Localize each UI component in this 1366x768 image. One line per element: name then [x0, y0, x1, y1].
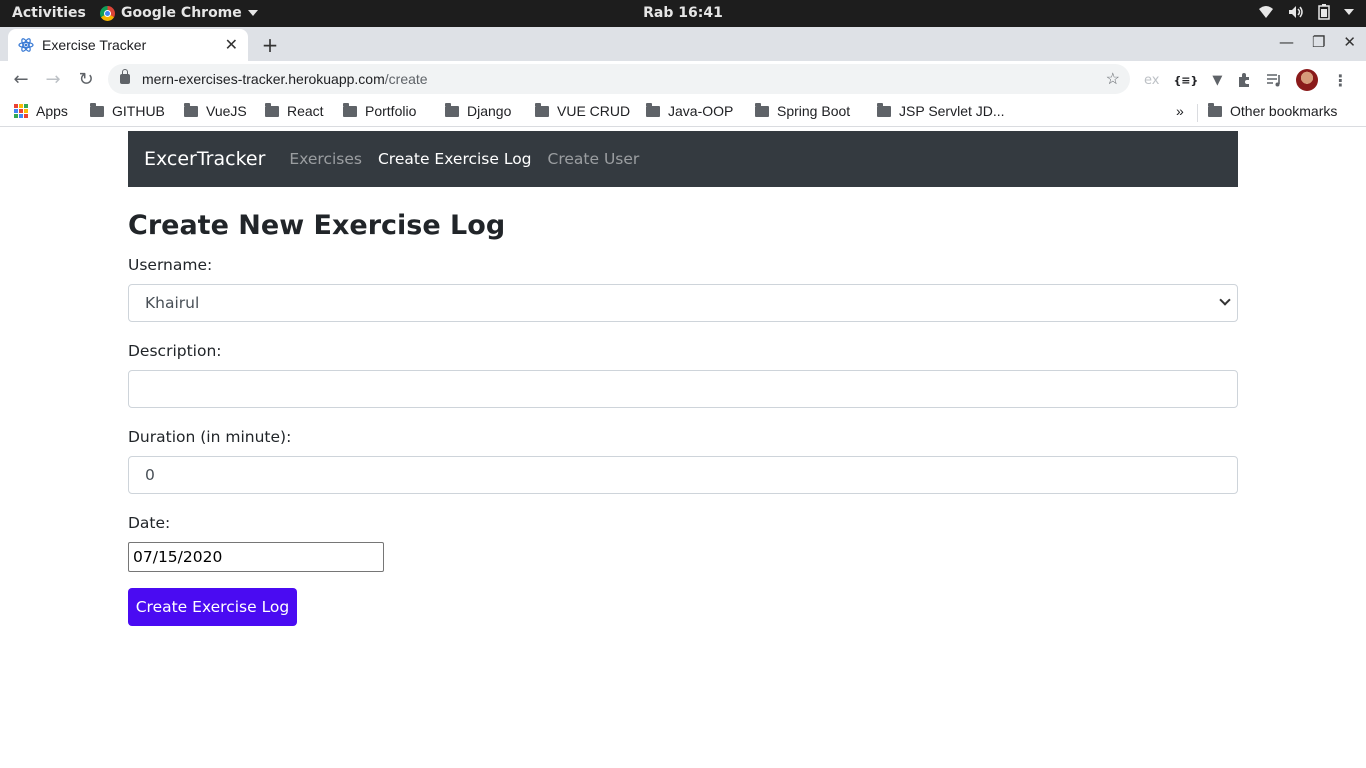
- bookmark-label: Other bookmarks: [1230, 103, 1338, 119]
- bookmark-folder-vuejs[interactable]: VueJS: [184, 102, 247, 119]
- duration-label: Duration (in minute):: [128, 428, 292, 446]
- app-menu[interactable]: Google Chrome: [100, 5, 258, 21]
- chrome-icon: [100, 5, 115, 21]
- date-value: 07/15/2020: [133, 548, 223, 566]
- nav-link-create-user[interactable]: Create User: [548, 150, 640, 168]
- apps-grid-icon: [14, 104, 28, 118]
- system-clock[interactable]: Rab 16:41: [643, 5, 723, 21]
- bookmarks-bar: Apps GITHUB VueJS React Portfolio Django…: [0, 97, 1366, 127]
- extensions-puzzle-icon[interactable]: [1236, 72, 1252, 88]
- forward-icon[interactable]: →: [42, 68, 64, 90]
- bookmark-label: Apps: [36, 103, 68, 119]
- web-page: ExcerTracker Exercises Create Exercise L…: [0, 128, 1366, 768]
- chevron-down-icon: [1219, 294, 1231, 306]
- bookmark-apps[interactable]: Apps: [14, 103, 68, 119]
- browser-toolbar: ← → ↻ mern-exercises-tracker.herokuapp.c…: [0, 61, 1366, 97]
- wifi-icon: [1259, 6, 1273, 18]
- bookmark-folder-spring-boot[interactable]: Spring Boot: [755, 102, 851, 119]
- duration-value: 0: [145, 466, 155, 484]
- system-menu-caret-icon: [1344, 9, 1354, 15]
- bookmark-label: GITHUB: [112, 103, 165, 119]
- date-label: Date:: [128, 514, 171, 532]
- bookmark-folder-github[interactable]: GITHUB: [90, 102, 165, 119]
- new-tab-icon[interactable]: +: [260, 33, 280, 57]
- bookmarks-overflow-chevron[interactable]: »: [1176, 103, 1184, 119]
- bookmark-label: Portfolio: [365, 103, 417, 119]
- duration-input[interactable]: 0: [128, 456, 1238, 494]
- bookmark-folder-react[interactable]: React: [265, 102, 324, 119]
- bookmark-folder-vue-crud[interactable]: VUE CRUD: [535, 102, 631, 119]
- system-top-bar: Activities Google Chrome Rab 16:41: [0, 0, 1366, 27]
- back-icon[interactable]: ←: [10, 68, 32, 90]
- bookmark-other-bookmarks[interactable]: Other bookmarks: [1208, 102, 1338, 119]
- tab-exercise-tracker[interactable]: Exercise Tracker ✕: [8, 29, 248, 61]
- bookmark-folder-jsp-servlet[interactable]: JSP Servlet JD...: [877, 102, 1005, 119]
- description-label: Description:: [128, 342, 222, 360]
- volume-icon: [1289, 6, 1303, 18]
- lock-icon[interactable]: [120, 69, 130, 84]
- username-selected-value: Khairul: [145, 294, 200, 312]
- folder-icon: [184, 102, 198, 117]
- bookmark-label: React: [287, 103, 324, 119]
- overflow-chevron-icon: »: [1176, 103, 1184, 119]
- battery-icon: [1318, 4, 1330, 20]
- react-favicon-icon: [18, 37, 34, 53]
- bookmark-folder-java-oop[interactable]: Java-OOP: [646, 102, 734, 119]
- tab-title: Exercise Tracker: [42, 37, 147, 53]
- bookmark-label: Java-OOP: [668, 103, 734, 119]
- bookmarks-divider: [1197, 104, 1198, 122]
- app-menu-label: Google Chrome: [121, 5, 242, 21]
- nav-link-exercises[interactable]: Exercises: [289, 150, 362, 168]
- nav-link-create-exercise-log[interactable]: Create Exercise Log: [378, 150, 532, 168]
- folder-icon: [1208, 102, 1222, 117]
- tab-close-icon[interactable]: ✕: [225, 35, 238, 55]
- bookmark-folder-django[interactable]: Django: [445, 102, 512, 119]
- url-path: /create: [384, 71, 428, 87]
- navbar-brand[interactable]: ExcerTracker: [144, 148, 265, 170]
- folder-icon: [90, 102, 104, 117]
- bookmark-label: Django: [467, 103, 512, 119]
- bookmark-label: Spring Boot: [777, 103, 851, 119]
- folder-icon: [877, 102, 891, 117]
- folder-icon: [265, 102, 279, 117]
- folder-icon: [535, 102, 549, 117]
- bookmark-folder-portfolio[interactable]: Portfolio: [343, 102, 417, 119]
- create-exercise-log-button[interactable]: Create Exercise Log: [128, 588, 297, 626]
- system-tray[interactable]: [1258, 4, 1354, 20]
- page-title: Create New Exercise Log: [128, 210, 506, 241]
- chrome-menu-icon[interactable]: ⋮: [1332, 71, 1348, 90]
- close-window-icon[interactable]: ✕: [1343, 33, 1356, 51]
- activities-button[interactable]: Activities: [12, 5, 86, 21]
- folder-icon: [445, 102, 459, 117]
- media-control-icon[interactable]: [1266, 72, 1282, 88]
- profile-avatar[interactable]: [1296, 69, 1319, 91]
- bookmark-star-icon[interactable]: ☆: [1106, 69, 1120, 89]
- caret-down-icon: [247, 10, 258, 16]
- bookmark-label: VUE CRUD: [557, 103, 631, 119]
- extension-ex-icon[interactable]: ex: [1144, 73, 1159, 88]
- folder-icon: [646, 102, 660, 117]
- site-navbar: ExcerTracker Exercises Create Exercise L…: [128, 131, 1238, 187]
- tab-strip: Exercise Tracker ✕ + — ❐ ✕: [0, 27, 1366, 61]
- json-viewer-icon[interactable]: {≡}: [1173, 74, 1198, 87]
- username-select[interactable]: Khairul: [128, 284, 1238, 322]
- bookmark-label: JSP Servlet JD...: [899, 103, 1005, 119]
- url-host: mern-exercises-tracker.herokuapp.com: [142, 71, 385, 87]
- description-input[interactable]: [128, 370, 1238, 408]
- folder-icon: [343, 102, 357, 117]
- restore-icon[interactable]: ❐: [1312, 33, 1325, 51]
- vue-devtools-icon[interactable]: ▼: [1212, 73, 1222, 88]
- address-bar[interactable]: mern-exercises-tracker.herokuapp.com/cre…: [108, 64, 1130, 94]
- minimize-icon[interactable]: —: [1279, 33, 1294, 51]
- reload-icon[interactable]: ↻: [75, 68, 97, 90]
- bookmark-label: VueJS: [206, 103, 247, 119]
- username-label: Username:: [128, 256, 213, 274]
- folder-icon: [755, 102, 769, 117]
- date-picker-input[interactable]: 07/15/2020: [128, 542, 384, 572]
